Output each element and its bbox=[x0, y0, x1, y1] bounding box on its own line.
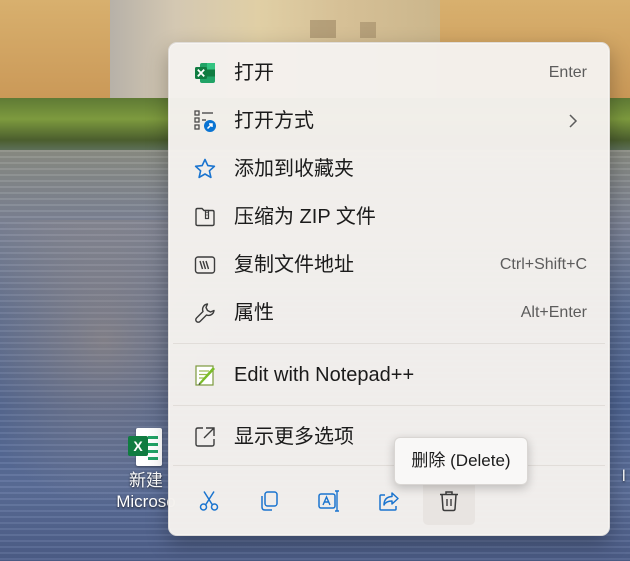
share-icon bbox=[379, 492, 399, 511]
rename-button[interactable] bbox=[303, 477, 355, 525]
menu-item-compress-zip[interactable]: 压缩为 ZIP 文件 bbox=[173, 195, 605, 239]
notepad-plus-plus-icon bbox=[195, 365, 215, 386]
copy-button[interactable] bbox=[243, 477, 295, 525]
menu-separator bbox=[173, 405, 605, 406]
menu-item-add-to-favorites[interactable]: 添加到收藏夹 bbox=[173, 147, 605, 191]
copy-path-icon bbox=[194, 256, 216, 274]
menu-item-open[interactable]: 打开 Enter bbox=[173, 51, 605, 95]
context-menu: 打开 Enter 打开方式 添加到收藏夹 压缩为 ZIP 文件 复制文件地址 C… bbox=[168, 42, 610, 536]
show-more-options-icon bbox=[195, 427, 215, 447]
trash-icon bbox=[440, 491, 458, 512]
menu-separator bbox=[173, 465, 605, 466]
wrench-icon bbox=[195, 303, 215, 323]
delete-tooltip: 删除 (Delete) bbox=[394, 437, 528, 485]
cut-button[interactable] bbox=[183, 477, 235, 525]
excel-file-icon: X bbox=[128, 426, 164, 470]
menu-separator bbox=[173, 343, 605, 344]
menu-item-open-with[interactable]: 打开方式 bbox=[173, 99, 605, 143]
menu-item-show-more-options[interactable]: 显示更多选项 bbox=[173, 415, 605, 459]
menu-item-copy-path[interactable]: 复制文件地址 Ctrl+Shift+C bbox=[173, 243, 605, 287]
star-icon bbox=[194, 158, 216, 179]
zip-folder-icon bbox=[195, 207, 215, 227]
chevron-right-icon bbox=[569, 114, 578, 128]
scissors-icon bbox=[199, 491, 219, 511]
offscreen-icon-edge: l bbox=[622, 468, 626, 485]
menu-item-edit-with-notepad[interactable]: Edit with Notepad++ bbox=[173, 353, 605, 397]
quick-actions-bar bbox=[173, 475, 605, 527]
rename-icon bbox=[318, 490, 339, 512]
menu-item-properties[interactable]: 属性 Alt+Enter bbox=[173, 291, 605, 335]
excel-icon bbox=[195, 63, 215, 83]
copy-icon bbox=[261, 491, 278, 511]
open-with-icon bbox=[194, 110, 216, 132]
